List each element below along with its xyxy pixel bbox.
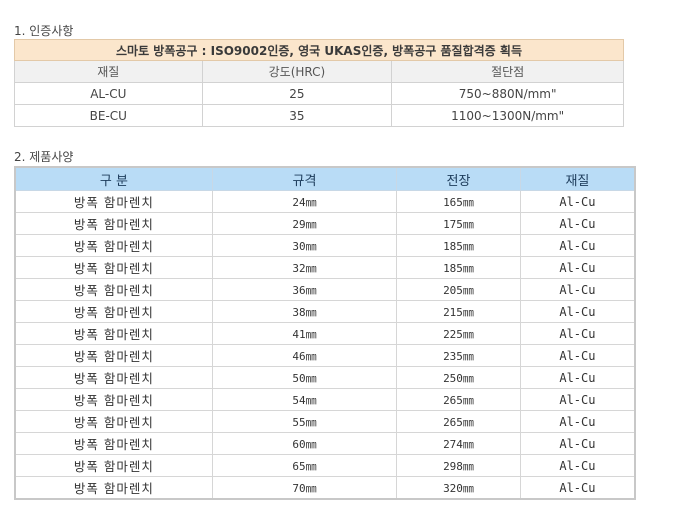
- cell-material: Al-Cu: [519, 410, 636, 433]
- header-category: 구 분: [14, 166, 213, 191]
- cell-product-name: 방폭 함마렌치: [14, 322, 213, 345]
- cell-length: 165㎜: [396, 190, 521, 213]
- cell-length: 185㎜: [396, 256, 521, 279]
- cell-length: 225㎜: [396, 322, 521, 345]
- cell-product-name: 방폭 함마렌치: [14, 388, 213, 411]
- cell-length: 265㎜: [396, 388, 521, 411]
- cell-length: 250㎜: [396, 366, 521, 389]
- cell-material: Al-Cu: [519, 300, 636, 323]
- cell-length: 320㎜: [396, 476, 521, 500]
- spec-row: 방폭 함마렌치 36㎜ 205㎜ Al-Cu: [14, 278, 636, 301]
- cell-length: 175㎜: [396, 212, 521, 235]
- cell-material: Al-Cu: [519, 234, 636, 257]
- cell-length: 235㎜: [396, 344, 521, 367]
- cell-product-name: 방폭 함마렌치: [14, 476, 213, 500]
- cell-material: BE-CU: [14, 104, 203, 127]
- section1-title: 1. 인증사항: [14, 24, 74, 38]
- cell-material: Al-Cu: [519, 432, 636, 455]
- certification-table: 스마토 방폭공구 : ISO9002인증, 영국 UKAS인증, 방폭공구 품질…: [14, 39, 624, 127]
- cell-size: 38㎜: [211, 300, 398, 323]
- spec-row: 방폭 함마렌치 55㎜ 265㎜ Al-Cu: [14, 410, 636, 433]
- cell-length: 215㎜: [396, 300, 521, 323]
- spec-row: 방폭 함마렌치 30㎜ 185㎜ Al-Cu: [14, 234, 636, 257]
- section2-title: 2. 제품사양: [14, 150, 74, 164]
- cell-size: 65㎜: [211, 454, 398, 477]
- spec-row: 방폭 함마렌치 32㎜ 185㎜ Al-Cu: [14, 256, 636, 279]
- cell-size: 41㎜: [211, 322, 398, 345]
- cell-size: 50㎜: [211, 366, 398, 389]
- cell-material: Al-Cu: [519, 344, 636, 367]
- header-size: 규격: [211, 166, 398, 191]
- cell-length: 298㎜: [396, 454, 521, 477]
- cell-hardness: 35: [201, 104, 393, 127]
- product-spec-table: 구 분 규격 전장 재질 방폭 함마렌치 24㎜ 165㎜ Al-Cu 방폭 함마렌치 2…: [14, 166, 636, 500]
- cell-size: 55㎜: [211, 410, 398, 433]
- cell-product-name: 방폭 함마렌치: [14, 366, 213, 389]
- spec-row: 방폭 함마렌치 38㎜ 215㎜ Al-Cu: [14, 300, 636, 323]
- cell-product-name: 방폭 함마렌치: [14, 256, 213, 279]
- spec-row: 방폭 함마렌치 60㎜ 274㎜ Al-Cu: [14, 432, 636, 455]
- spec-row: 방폭 함마렌치 70㎜ 320㎜ Al-Cu: [14, 476, 636, 500]
- cell-cutting-point: 750~880N/mm": [391, 82, 624, 105]
- spec-row: 방폭 함마렌치 24㎜ 165㎜ Al-Cu: [14, 190, 636, 213]
- spec-row: 방폭 함마렌치 41㎜ 225㎜ Al-Cu: [14, 322, 636, 345]
- certification-row: AL-CU 25 750~880N/mm": [14, 82, 624, 105]
- cell-product-name: 방폭 함마렌치: [14, 212, 213, 235]
- spec-row: 방폭 함마렌치 46㎜ 235㎜ Al-Cu: [14, 344, 636, 367]
- cell-product-name: 방폭 함마렌치: [14, 234, 213, 257]
- cell-material: Al-Cu: [519, 476, 636, 500]
- cell-size: 29㎜: [211, 212, 398, 235]
- cell-product-name: 방폭 함마렌치: [14, 344, 213, 367]
- cell-cutting-point: 1100~1300N/mm": [391, 104, 624, 127]
- cell-length: 265㎜: [396, 410, 521, 433]
- cell-size: 54㎜: [211, 388, 398, 411]
- cell-product-name: 방폭 함마렌치: [14, 278, 213, 301]
- cell-product-name: 방폭 함마렌치: [14, 190, 213, 213]
- cell-product-name: 방폭 함마렌치: [14, 410, 213, 433]
- header-cutting-point: 절단점: [391, 60, 624, 83]
- cell-material: Al-Cu: [519, 256, 636, 279]
- cell-size: 30㎜: [211, 234, 398, 257]
- cell-size: 60㎜: [211, 432, 398, 455]
- cell-material: Al-Cu: [519, 388, 636, 411]
- spec-table-body: 방폭 함마렌치 24㎜ 165㎜ Al-Cu 방폭 함마렌치 29㎜ 175㎜ Al-Cu 방폭…: [14, 190, 636, 500]
- spec-header-row: 구 분 규격 전장 재질: [14, 166, 636, 191]
- cell-material: Al-Cu: [519, 366, 636, 389]
- cell-product-name: 방폭 함마렌치: [14, 432, 213, 455]
- cell-size: 46㎜: [211, 344, 398, 367]
- spec-row: 방폭 함마렌치 29㎜ 175㎜ Al-Cu: [14, 212, 636, 235]
- header-material: 재질: [519, 166, 636, 191]
- cell-material: Al-Cu: [519, 190, 636, 213]
- cell-material: Al-Cu: [519, 212, 636, 235]
- cell-material: Al-Cu: [519, 322, 636, 345]
- cell-material: Al-Cu: [519, 278, 636, 301]
- cell-size: 24㎜: [211, 190, 398, 213]
- cell-length: 274㎜: [396, 432, 521, 455]
- cell-hardness: 25: [201, 82, 393, 105]
- certification-header-row: 재질 강도(HRC) 절단점: [14, 60, 624, 83]
- cell-material: Al-Cu: [519, 454, 636, 477]
- header-hardness: 강도(HRC): [201, 60, 393, 83]
- cell-length: 185㎜: [396, 234, 521, 257]
- cell-material: AL-CU: [14, 82, 203, 105]
- cell-length: 205㎜: [396, 278, 521, 301]
- cell-size: 70㎜: [211, 476, 398, 500]
- spec-row: 방폭 함마렌치 65㎜ 298㎜ Al-Cu: [14, 454, 636, 477]
- header-length: 전장: [396, 166, 521, 191]
- cell-size: 36㎜: [211, 278, 398, 301]
- cell-product-name: 방폭 함마렌치: [14, 300, 213, 323]
- cell-product-name: 방폭 함마렌치: [14, 454, 213, 477]
- header-material: 재질: [14, 60, 203, 83]
- certification-banner: 스마토 방폭공구 : ISO9002인증, 영국 UKAS인증, 방폭공구 품질…: [14, 39, 624, 61]
- cell-size: 32㎜: [211, 256, 398, 279]
- spec-row: 방폭 함마렌치 54㎜ 265㎜ Al-Cu: [14, 388, 636, 411]
- certification-row: BE-CU 35 1100~1300N/mm": [14, 104, 624, 127]
- certification-banner-row: 스마토 방폭공구 : ISO9002인증, 영국 UKAS인증, 방폭공구 품질…: [14, 39, 624, 61]
- spec-row: 방폭 함마렌치 50㎜ 250㎜ Al-Cu: [14, 366, 636, 389]
